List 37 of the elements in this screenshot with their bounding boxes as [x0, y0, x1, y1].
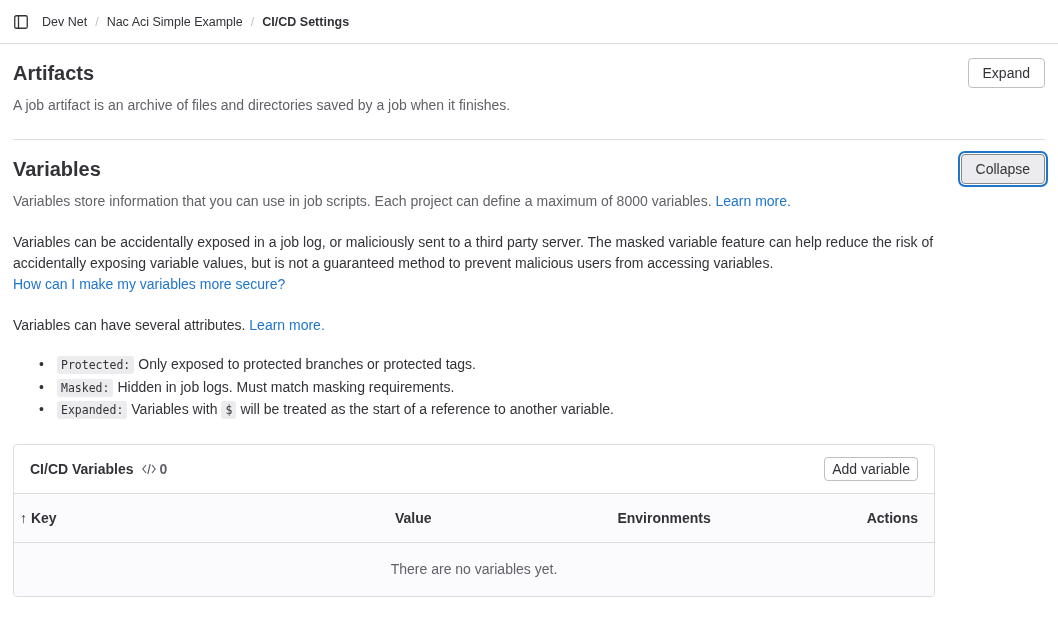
- breadcrumb-link[interactable]: Nac Aci Simple Example: [106, 14, 243, 29]
- add-variable-button[interactable]: Add variable: [824, 456, 918, 481]
- empty-message: There are no variables yet.: [14, 542, 934, 596]
- attribute-code: Protected:: [57, 356, 135, 374]
- section-description: A job artifact is an archive of files and directories saved by a job when it finishes.: [13, 96, 511, 115]
- info-paragraph: Variables can be accidentally exposed in a job log, or maliciously sent to a third party server. The masked variable feature can help reduce the risk of accidentally exposing variable values, but is not a guaranteed method to prevent malicious users from accessing variables. How can I make my variables more secure?: [13, 233, 935, 294]
- collapse-button[interactable]: Collapse: [960, 154, 1045, 184]
- attribute-code: Expanded:: [57, 401, 128, 419]
- code-icon: [141, 462, 156, 475]
- bullet: •: [39, 355, 45, 374]
- sidebar-toggle-icon[interactable]: [14, 14, 28, 29]
- column-header[interactable]: Environments: [543, 493, 795, 542]
- attribute-code: $: [221, 401, 237, 419]
- info-paragraph: Variables can have several attributes. Learn more.: [13, 316, 326, 335]
- bullet: •: [39, 400, 45, 419]
- attribute-text: Hidden in job logs. Must match masking requirements.: [117, 378, 455, 395]
- attribute-code: Masked:: [57, 378, 114, 397]
- breadcrumb-link[interactable]: CI/CD Settings: [262, 14, 350, 29]
- breadcrumb-separator: /: [250, 14, 255, 29]
- section-title: Artifacts: [13, 62, 96, 85]
- card-title: CI/CD Variables: [30, 460, 134, 477]
- bullet: •: [39, 377, 45, 397]
- attribute-text: will be treated as the start of a reference to another variable.: [240, 401, 614, 417]
- learn-more-link[interactable]: Learn more.: [715, 193, 791, 209]
- column-header[interactable]: Value: [292, 493, 544, 542]
- variable-count: 0: [159, 460, 168, 477]
- breadcrumb-link[interactable]: Dev Net: [42, 14, 88, 29]
- attribute-text: Only exposed to protected branches or protected tags.: [138, 356, 476, 372]
- section-description: Variables store information that you can use in job scripts. Each project can define a maximum of 8000 variables. Learn more.: [13, 192, 791, 211]
- column-header[interactable]: Actions: [794, 493, 934, 542]
- help-link[interactable]: How can I make my variables more secure?: [13, 276, 286, 292]
- breadcrumb-separator: /: [95, 14, 99, 29]
- expand-button[interactable]: Expand: [967, 58, 1045, 88]
- help-link[interactable]: Learn more.: [249, 317, 325, 333]
- section-title: Variables: [13, 158, 102, 181]
- column-header[interactable]: ↑ Key: [14, 493, 293, 542]
- attribute-text: Variables with: [131, 401, 218, 417]
